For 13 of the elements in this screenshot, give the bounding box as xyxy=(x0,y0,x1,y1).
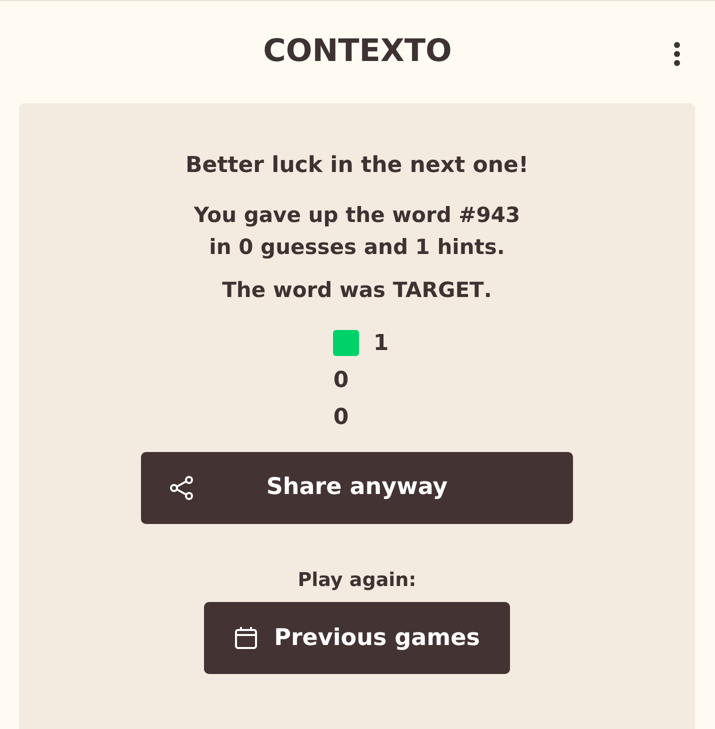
result-text: You gave up the word #943 in 0 guesses and 1 hints. xyxy=(192,202,522,260)
stat-count: 0 xyxy=(333,366,349,394)
result-text: The word was TARGET. xyxy=(221,277,493,304)
menu-icon xyxy=(673,41,681,67)
share-icon xyxy=(169,474,195,500)
result-heading: Better luck in the next one! xyxy=(184,152,530,180)
play-again-label: Play again: xyxy=(296,568,418,592)
previous-games-button[interactable]: Previous games xyxy=(204,602,510,674)
stat-count: 0 xyxy=(333,404,349,432)
stat-count: 1 xyxy=(373,330,389,358)
app-title: CONTEXTO xyxy=(263,33,452,71)
calendar-icon xyxy=(234,626,258,650)
share-button[interactable]: Share anyway xyxy=(141,452,573,524)
